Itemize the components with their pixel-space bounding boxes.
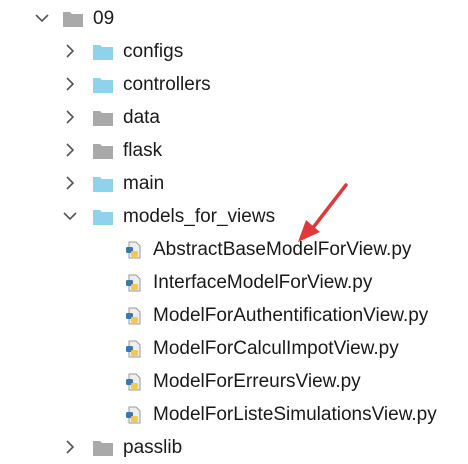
tree-row-file[interactable]: ModelForAuthentificationView.py [0,299,468,332]
folder-gray-icon [92,439,114,457]
python-file-icon [125,307,143,325]
tree-item-label: AbstractBaseModelForView.py [153,239,412,260]
tree-item-label: controllers [123,74,211,95]
chevron-right-icon[interactable] [62,142,78,158]
tree-row-main[interactable]: main [0,167,468,200]
tree-row-passlib[interactable]: passlib [0,431,468,464]
python-file-icon [125,406,143,424]
file-tree: 09 configs controllers data flask main m… [0,0,468,462]
tree-item-label: main [123,173,165,194]
tree-item-label: ModelForListeSimulationsView.py [153,404,437,425]
tree-row-file[interactable]: AbstractBaseModelForView.py [0,233,468,266]
chevron-right-icon[interactable] [62,439,78,455]
tree-item-label: flask [123,140,163,161]
tree-row-controllers[interactable]: controllers [0,68,468,101]
chevron-right-icon[interactable] [62,76,78,92]
tree-item-label: models_for_views [123,206,276,227]
tree-row-models-for-views[interactable]: models_for_views [0,200,468,233]
chevron-right-icon[interactable] [62,43,78,59]
chevron-right-icon[interactable] [62,175,78,191]
tree-item-label: ModelForAuthentificationView.py [153,305,429,326]
tree-row-root[interactable]: 09 [0,2,468,35]
folder-gray-icon [62,10,84,28]
folder-gray-icon [92,109,114,127]
python-file-icon [125,340,143,358]
tree-row-file[interactable]: InterfaceModelForView.py [0,266,468,299]
tree-item-label: data [123,107,160,128]
python-file-icon [125,241,143,259]
python-file-icon [125,274,143,292]
folder-blue-icon [92,175,114,193]
chevron-right-icon[interactable] [62,109,78,125]
tree-row-file[interactable]: ModelForListeSimulationsView.py [0,398,468,431]
folder-blue-icon [92,208,114,226]
tree-item-label: configs [123,41,184,62]
chevron-down-icon[interactable] [34,10,50,26]
python-file-icon [125,373,143,391]
tree-item-label: ModelForErreursView.py [153,371,361,392]
chevron-down-icon[interactable] [62,208,78,224]
tree-row-configs[interactable]: configs [0,35,468,68]
tree-item-label: passlib [123,437,183,458]
folder-gray-icon [92,142,114,160]
tree-row-data[interactable]: data [0,101,468,134]
tree-item-label: ModelForCalculImpotView.py [153,338,399,359]
tree-row-file[interactable]: ModelForCalculImpotView.py [0,332,468,365]
folder-blue-icon [92,43,114,61]
folder-blue-icon [92,76,114,94]
tree-row-file[interactable]: ModelForErreursView.py [0,365,468,398]
tree-row-flask[interactable]: flask [0,134,468,167]
tree-item-label: 09 [93,8,115,29]
tree-item-label: InterfaceModelForView.py [153,272,373,293]
